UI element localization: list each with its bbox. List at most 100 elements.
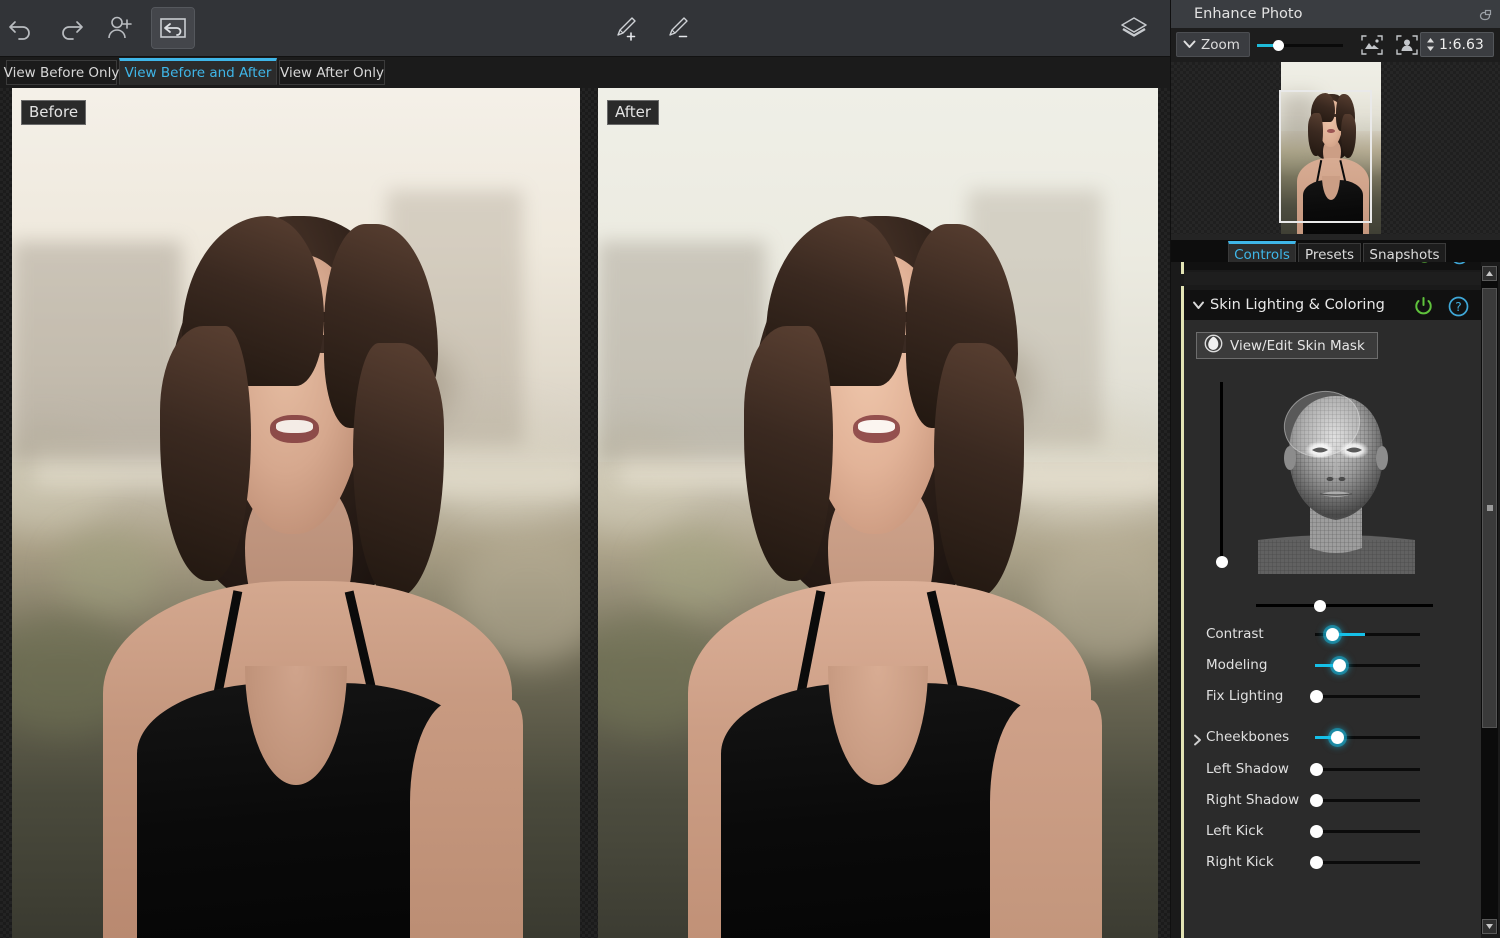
main-area: View Before Only View Before and After V…	[0, 0, 1170, 938]
navigator[interactable]	[1171, 62, 1500, 234]
before-label: Before	[21, 100, 86, 125]
chevron-down-icon	[1183, 40, 1196, 49]
section-skin-smoothing[interactable]: Skin Smoothing ?	[1184, 262, 1481, 270]
zoom-dropdown-button[interactable]: Zoom	[1176, 32, 1250, 57]
add-person-button[interactable]	[99, 8, 141, 48]
face-3d-model[interactable]	[1244, 382, 1429, 587]
slider-label: Right Shadow	[1206, 792, 1299, 808]
panel-title-bar: Enhance Photo	[1171, 0, 1500, 28]
slider-knob[interactable]	[1310, 763, 1323, 776]
zoom-toolbar: Zoom	[1171, 28, 1500, 62]
slider-row-right-kick[interactable]: Right Kick	[1184, 847, 1481, 878]
photo-canvas[interactable]: Before	[0, 88, 1170, 938]
layers-button[interactable]	[1113, 8, 1155, 48]
stepper-icon[interactable]	[1426, 37, 1435, 52]
power-icon[interactable]	[1415, 262, 1434, 269]
chevron-down-icon	[1192, 296, 1206, 315]
slider-row-fix-lighting[interactable]: Fix Lighting	[1184, 681, 1481, 712]
zoom-slider-knob[interactable]	[1273, 40, 1284, 51]
slider-knob[interactable]	[1310, 690, 1323, 703]
slider-knob[interactable]	[1310, 825, 1323, 838]
help-icon[interactable]: ?	[1450, 262, 1469, 269]
before-pane[interactable]: Before	[12, 88, 580, 938]
before-image[interactable]	[12, 88, 580, 938]
chevron-right-icon	[1192, 262, 1206, 265]
slider-label: Contrast	[1206, 626, 1264, 642]
brush-subtract-icon	[664, 14, 694, 42]
scroll-down-button[interactable]	[1482, 919, 1497, 934]
after-label: After	[607, 100, 659, 125]
svg-text:?: ?	[1455, 299, 1462, 314]
scrollbar-grip	[1487, 505, 1493, 511]
slider-row-left-kick[interactable]: Left Kick	[1184, 816, 1481, 847]
left-shadow-slider[interactable]	[1315, 768, 1420, 771]
scroll-up-button[interactable]	[1482, 266, 1497, 281]
zoom-slider[interactable]	[1257, 44, 1343, 47]
help-icon[interactable]: ?	[1448, 296, 1469, 321]
tab-label: Presets	[1305, 247, 1354, 263]
undock-icon[interactable]	[1479, 7, 1492, 26]
after-image[interactable]	[598, 88, 1158, 938]
tab-label: View After Only	[280, 65, 384, 81]
app-window: View Before Only View Before and After V…	[0, 0, 1500, 938]
controls-list[interactable]: Skin Smoothing ?	[1171, 262, 1500, 938]
slider-row-contrast[interactable]: Contrast	[1184, 619, 1481, 650]
zoom-ratio-value: 1:6.63	[1439, 37, 1484, 53]
zoom-ratio-field[interactable]: 1:6.63	[1420, 32, 1494, 57]
slider-knob[interactable]	[1326, 628, 1339, 641]
caret-down-icon	[1485, 923, 1494, 930]
redo-button[interactable]	[50, 8, 92, 48]
tab-view-before-and-after[interactable]: View Before and After	[119, 58, 277, 85]
light-vertical-knob[interactable]	[1216, 556, 1228, 568]
controls-scrollbar[interactable]	[1481, 266, 1498, 934]
add-person-icon	[106, 15, 134, 41]
left-kick-slider[interactable]	[1315, 830, 1420, 833]
slider-knob[interactable]	[1333, 659, 1346, 672]
skin-mask-icon	[1204, 334, 1223, 357]
light-horizontal-knob[interactable]	[1314, 600, 1326, 612]
slider-label: Fix Lighting	[1206, 688, 1283, 704]
slider-knob[interactable]	[1310, 794, 1323, 807]
slider-label: Right Kick	[1206, 854, 1274, 870]
tab-label: Snapshots	[1369, 247, 1439, 263]
section-skin-lighting-coloring[interactable]: Skin Lighting & Coloring ?	[1184, 290, 1481, 320]
after-pane[interactable]: After	[598, 88, 1158, 938]
slider-row-right-shadow[interactable]: Right Shadow	[1184, 785, 1481, 816]
cheekbones-slider[interactable]	[1315, 736, 1420, 739]
fit-image-icon[interactable]	[1361, 35, 1383, 55]
reset-image-button[interactable]	[152, 8, 194, 48]
tab-view-before-only[interactable]: View Before Only	[6, 60, 117, 85]
tab-view-after-only[interactable]: View After Only	[279, 60, 385, 85]
brush-subtract-button[interactable]	[658, 8, 700, 48]
brush-add-icon	[612, 14, 642, 42]
slider-knob[interactable]	[1331, 731, 1344, 744]
modeling-slider[interactable]	[1315, 664, 1420, 667]
layers-icon	[1118, 15, 1150, 41]
section-body: View/Edit Skin Mask	[1184, 320, 1481, 938]
scrollbar-thumb[interactable]	[1482, 288, 1497, 728]
slider-row-left-shadow[interactable]: Left Shadow	[1184, 754, 1481, 785]
brush-add-button[interactable]	[606, 8, 648, 48]
undo-button[interactable]	[0, 8, 42, 48]
reset-image-icon	[158, 16, 188, 40]
power-icon[interactable]	[1413, 296, 1434, 321]
redo-icon	[57, 16, 85, 40]
slider-row-modeling[interactable]: Modeling	[1184, 650, 1481, 681]
chevron-right-icon[interactable]	[1192, 731, 1203, 750]
navigator-thumbnail[interactable]	[1281, 62, 1381, 234]
enhance-photo-panel: Enhance Photo Zoom	[1170, 0, 1500, 938]
caret-up-icon	[1485, 270, 1494, 277]
contrast-slider[interactable]	[1315, 633, 1420, 636]
mask-button-label: View/Edit Skin Mask	[1230, 338, 1365, 354]
fix-lighting-slider[interactable]	[1315, 695, 1420, 698]
slider-row-cheekbones[interactable]: Cheekbones	[1184, 722, 1481, 753]
light-vertical-slider[interactable]	[1220, 382, 1223, 564]
slider-knob[interactable]	[1310, 856, 1323, 869]
light-horizontal-slider[interactable]	[1256, 604, 1433, 607]
right-kick-slider[interactable]	[1315, 861, 1420, 864]
slider-label: Cheekbones	[1206, 729, 1289, 745]
view-edit-skin-mask-button[interactable]: View/Edit Skin Mask	[1196, 332, 1378, 359]
fit-face-icon[interactable]	[1396, 35, 1418, 55]
right-shadow-slider[interactable]	[1315, 799, 1420, 802]
tab-label: View Before and After	[125, 65, 272, 81]
